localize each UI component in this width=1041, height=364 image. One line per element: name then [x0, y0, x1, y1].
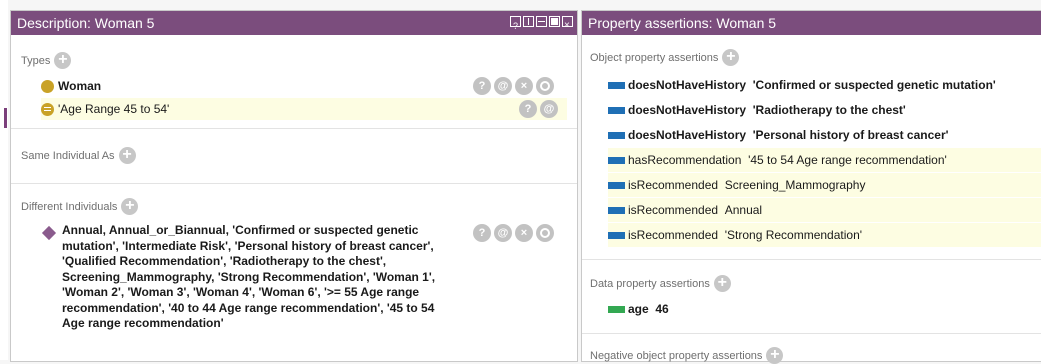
individual-icon: [41, 225, 57, 241]
type-row-age-range[interactable]: 'Age Range 45 to 54': [41, 98, 567, 120]
property-value: 'Strong Recommendation': [724, 228, 863, 242]
section-divider: [582, 333, 1041, 334]
property-name: doesNotHaveHistory: [628, 78, 747, 92]
delete-button[interactable]: ×: [515, 224, 533, 242]
view-controls: [510, 14, 573, 38]
view-maximize-icon[interactable]: [549, 16, 560, 27]
view-minimize-icon[interactable]: [536, 16, 547, 27]
edit-button[interactable]: [536, 77, 554, 95]
property-name: age: [628, 302, 649, 316]
help-button[interactable]: ?: [473, 224, 491, 242]
delete-button[interactable]: ×: [515, 77, 533, 95]
section-divider: [11, 128, 577, 129]
types-label: Types: [21, 54, 51, 67]
property-name: doesNotHaveHistory: [628, 103, 747, 117]
section-divider: [11, 183, 577, 184]
different-individuals-label: Different Individuals: [21, 200, 118, 213]
property-value: 46: [655, 302, 669, 316]
add-type-button[interactable]: +: [54, 52, 72, 69]
property-value: 'Radiotherapy to the chest': [752, 103, 906, 117]
annotate-button[interactable]: @: [540, 100, 558, 118]
same-individual-label: Same Individual As: [21, 149, 115, 162]
add-negative-object-property-button[interactable]: +: [766, 347, 784, 364]
object-property-icon: [608, 206, 625, 214]
property-name: isRecommended: [628, 178, 719, 192]
data-property-label: Data property assertions: [590, 277, 710, 290]
add-same-individual-button[interactable]: +: [118, 147, 136, 164]
object-property-icon: [608, 156, 625, 164]
property-assertions-panel: Property assertions: Woman 5 Object prop…: [581, 10, 1041, 364]
description-panel: Description: Woman 5 Types + Woman ? @ ×…: [10, 10, 578, 362]
same-individual-section-header: Same Individual As +: [21, 147, 136, 164]
property-name: isRecommended: [628, 203, 719, 217]
description-title: Description: Woman 5: [17, 15, 155, 31]
object-property-section-header: Object property assertions +: [590, 49, 740, 66]
class-icon: [41, 79, 54, 93]
data-property-icon: [608, 305, 625, 313]
add-different-individual-button[interactable]: +: [121, 198, 139, 215]
type-name: Woman: [58, 79, 102, 93]
object-property-row[interactable]: doesNotHaveHistory 'Confirmed or suspect…: [608, 73, 1041, 97]
type-row-controls: ? @ ×: [473, 77, 554, 95]
inferred-object-property-row[interactable]: hasRecommendation '45 to 54 Age range re…: [608, 148, 1041, 172]
help-button[interactable]: ?: [473, 77, 491, 95]
individual-icon-holder: [41, 224, 60, 242]
inferred-object-property-row[interactable]: isRecommended 'Strong Recommendation': [608, 223, 1041, 247]
property-value: 'Personal history of breast cancer': [752, 128, 949, 142]
description-title-bar: Description: Woman 5: [11, 11, 577, 38]
view-close-icon[interactable]: [562, 14, 573, 38]
annotate-button[interactable]: @: [494, 224, 512, 242]
inferred-object-property-row[interactable]: isRecommended Annual: [608, 198, 1041, 222]
different-individuals-list[interactable]: Annual, Annual_or_Biannual, 'Confirmed o…: [62, 223, 457, 332]
left-edge-strip: [0, 0, 8, 360]
data-property-row[interactable]: age 46: [608, 298, 1041, 320]
property-name: doesNotHaveHistory: [628, 128, 747, 142]
add-object-property-button[interactable]: +: [722, 49, 740, 66]
property-name: isRecommended: [628, 228, 719, 242]
property-value: '45 to 54 Age range recommendation': [748, 153, 947, 167]
view-split-icon[interactable]: [523, 16, 534, 27]
property-assertions-title: Property assertions: Woman 5: [588, 15, 777, 31]
view-help-icon[interactable]: [510, 14, 521, 38]
section-divider: [582, 259, 1041, 260]
types-section-header: Types +: [21, 52, 72, 69]
inferred-object-property-row[interactable]: isRecommended Screening_Mammography: [608, 173, 1041, 197]
edit-button[interactable]: [536, 224, 554, 242]
type-name: 'Age Range 45 to 54': [58, 102, 170, 116]
different-row-controls: ? @ ×: [473, 224, 554, 242]
property-name: hasRecommendation: [628, 153, 742, 167]
negative-object-property-section-header: Negative object property assertions +: [590, 347, 784, 364]
selection-marker: [4, 108, 7, 128]
object-property-row[interactable]: doesNotHaveHistory 'Radiotherapy to the …: [608, 98, 1041, 122]
property-value: 'Confirmed or suspected genetic mutation…: [752, 78, 996, 92]
inferred-row-controls: ? @: [519, 100, 558, 118]
object-property-label: Object property assertions: [590, 51, 719, 64]
object-property-icon: [608, 131, 625, 139]
object-property-icon: [608, 181, 625, 189]
annotate-button[interactable]: @: [494, 77, 512, 95]
object-property-icon: [608, 231, 625, 239]
property-value: Screening_Mammography: [724, 178, 866, 192]
object-property-icon: [608, 81, 625, 89]
add-data-property-button[interactable]: +: [713, 275, 731, 292]
data-property-section-header: Data property assertions +: [590, 275, 731, 292]
object-property-row[interactable]: doesNotHaveHistory 'Personal history of …: [608, 123, 1041, 147]
different-individuals-section-header: Different Individuals +: [21, 198, 139, 215]
property-value: Annual: [724, 203, 763, 217]
defined-class-icon: [41, 102, 54, 116]
property-assertions-title-bar: Property assertions: Woman 5: [582, 11, 1041, 35]
object-property-icon: [608, 106, 625, 114]
help-button[interactable]: ?: [519, 100, 537, 118]
